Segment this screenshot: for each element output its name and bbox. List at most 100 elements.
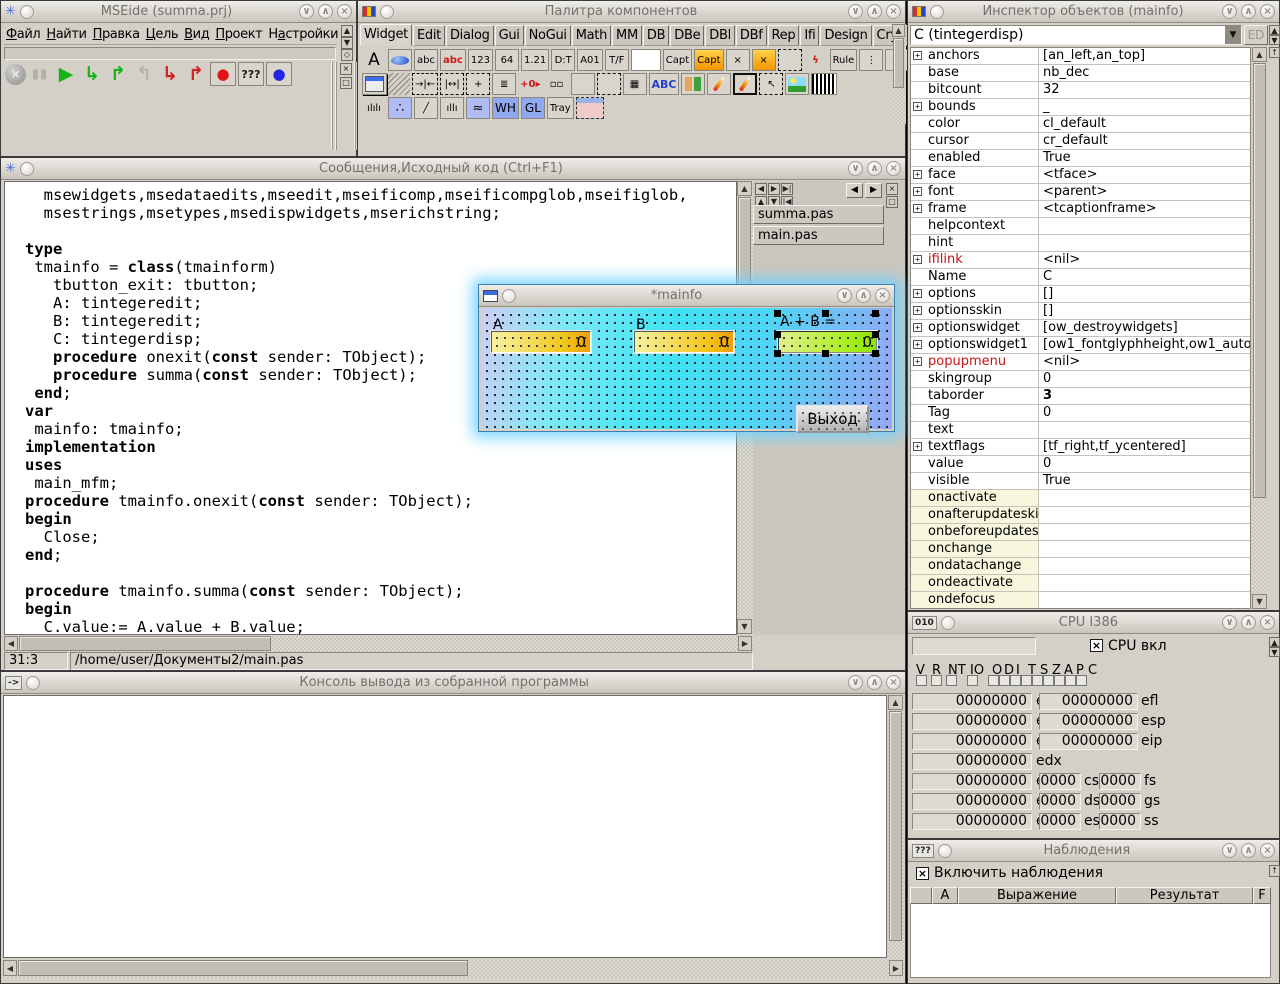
palette-tab-dbf[interactable]: DBf <box>736 25 767 46</box>
spacer-w-icon[interactable]: |↔| <box>440 73 464 95</box>
maximize-button[interactable]: ∧ <box>1241 4 1256 19</box>
palette-tab-widget[interactable]: Widget <box>360 24 412 46</box>
expand-icon[interactable]: + <box>913 306 922 315</box>
property-row-bounds[interactable]: +bounds_ <box>911 99 1250 116</box>
file-tab-summa[interactable]: summa.pas <box>753 205 884 224</box>
property-value[interactable]: <tcaptionframe> <box>1039 201 1250 217</box>
property-value[interactable] <box>1039 558 1250 574</box>
group-icon[interactable] <box>778 49 802 71</box>
spin-up[interactable]: ▲ <box>1269 25 1280 35</box>
property-value[interactable] <box>1039 235 1250 251</box>
expand-icon[interactable]: + <box>913 204 922 213</box>
tab-float-button[interactable]: □ <box>886 196 898 208</box>
register-edx[interactable]: 00000000 <box>912 753 1032 770</box>
property-row-ondeactivate[interactable]: ondeactivate <box>911 575 1250 592</box>
close-button[interactable]: × <box>337 4 352 19</box>
property-value[interactable]: 3 <box>1039 388 1250 404</box>
histogram-icon[interactable]: ıllı <box>440 97 464 119</box>
scroll-right-arrow[interactable]: ▶ <box>738 636 752 651</box>
selection-handle[interactable] <box>774 310 781 317</box>
designpaint-icon[interactable]: ↖ <box>759 73 783 95</box>
property-row-hint[interactable]: hint <box>911 235 1250 252</box>
close-button[interactable]: × <box>1260 4 1275 19</box>
field-a-edit[interactable]: 0 <box>491 331 591 353</box>
expand-icon[interactable]: + <box>913 442 922 451</box>
palette-tab-design[interactable]: Design <box>820 25 871 46</box>
property-row-cursor[interactable]: cursorcr_default <box>911 133 1250 150</box>
window-menu-button[interactable] <box>26 676 40 690</box>
inspector-scrollbar[interactable]: ▲ ▼ <box>1252 47 1267 609</box>
watch-column-A[interactable]: A <box>932 887 958 904</box>
palette-tab-dbe[interactable]: DBe <box>670 25 704 46</box>
run-button[interactable]: ▶ <box>54 62 78 86</box>
register-ds[interactable]: 0000 <box>1039 793 1081 810</box>
selection-handle[interactable] <box>872 331 879 338</box>
stepper-icon[interactable]: +0▸ <box>518 73 542 95</box>
booleanedit-icon[interactable]: T/F <box>605 49 629 71</box>
register-ebp[interactable]: 00000000 <box>912 813 1032 830</box>
realedit-icon[interactable]: 1.21 <box>521 49 549 71</box>
button-icon[interactable]: Capt <box>663 49 692 71</box>
waveform-icon[interactable]: ≈ <box>466 97 490 119</box>
stop-button[interactable]: × <box>5 64 26 85</box>
register-efl[interactable]: 00000000 <box>1039 693 1138 710</box>
property-value[interactable] <box>1039 524 1250 540</box>
property-row-helpcontext[interactable]: helpcontext <box>911 218 1250 235</box>
scroll-right-arrow[interactable]: ▶ <box>889 960 903 976</box>
menu-item-4[interactable]: Вид <box>181 26 212 43</box>
property-value[interactable]: <nil> <box>1039 252 1250 268</box>
register-esi[interactable]: 00000000 <box>912 773 1032 790</box>
minimize-button[interactable]: ∨ <box>837 288 852 303</box>
edit-icon[interactable] <box>631 49 661 71</box>
property-row-textflags[interactable]: +textflags[tf_right,tf_ycentered] <box>911 439 1250 456</box>
property-row-taborder[interactable]: taborder3 <box>911 388 1250 405</box>
datetimeedit-icon[interactable]: D:T <box>551 49 575 71</box>
scroll-left-arrow[interactable]: ◀ <box>4 636 18 651</box>
tab-close-button[interactable]: × <box>886 183 898 195</box>
property-row-options[interactable]: +options[] <box>911 286 1250 303</box>
property-value[interactable]: 0 <box>1039 405 1250 421</box>
run-to-cursor-button[interactable]: ↳ <box>158 62 182 86</box>
property-value[interactable]: True <box>1039 473 1250 489</box>
property-value[interactable]: <parent> <box>1039 184 1250 200</box>
menu-item-0[interactable]: Файл <box>3 26 43 43</box>
expand-icon[interactable]: + <box>913 51 922 60</box>
scroll-thumb[interactable] <box>893 38 904 88</box>
property-row-color[interactable]: colorcl_default <box>911 116 1250 133</box>
trayicon-icon[interactable]: Tray <box>547 97 574 119</box>
property-row-optionswidget[interactable]: +optionswidget[ow_destroywidgets] <box>911 320 1250 337</box>
property-row-Name[interactable]: NameC <box>911 269 1250 286</box>
menu-item-2[interactable]: Правка <box>90 26 143 43</box>
window-menu-button[interactable] <box>20 5 34 19</box>
property-row-anchors[interactable]: +anchors[an_left,an_top] <box>911 48 1250 65</box>
scroll-down-arrow[interactable]: ▼ <box>737 619 752 634</box>
stop-at-button[interactable]: ↱ <box>184 62 208 86</box>
component-selector[interactable]: C (tintegerdisp) ▼ <box>910 25 1242 45</box>
scroll-down-mini[interactable]: ▼ <box>341 37 353 49</box>
palette-tab-gui[interactable]: Gui <box>495 25 524 46</box>
register-fs[interactable]: 0000 <box>1099 773 1141 790</box>
property-value[interactable]: [] <box>1039 303 1250 319</box>
breakpoint-button[interactable]: ● <box>210 62 236 86</box>
property-row-visible[interactable]: visibleTrue <box>911 473 1250 490</box>
memo-icon[interactable]: ⋮ <box>859 49 883 71</box>
maximize-button[interactable]: ∧ <box>867 161 882 176</box>
palette-tab-nogui[interactable]: NoGui <box>525 25 571 46</box>
integeredit-icon[interactable]: 123 <box>468 49 493 71</box>
expand-icon[interactable]: + <box>913 340 922 349</box>
property-value[interactable]: _ <box>1039 99 1250 115</box>
register-esp[interactable]: 00000000 <box>1039 713 1138 730</box>
step-over-button[interactable]: ↱ <box>106 62 130 86</box>
richstringedit-icon[interactable]: abc <box>440 49 466 71</box>
nav-last[interactable]: ▶| <box>781 183 793 195</box>
chevron-down-icon[interactable]: ▼ <box>1225 26 1241 44</box>
exit-button[interactable]: Выход <box>796 405 869 433</box>
property-row-onactivate[interactable]: onactivate <box>911 490 1250 507</box>
expand-icon[interactable]: + <box>913 289 922 298</box>
titlebar[interactable]: ??? Наблюдения ∨ ∧ × <box>908 840 1279 862</box>
spacer-all-icon[interactable]: + <box>466 73 490 95</box>
scroll-thumb[interactable] <box>18 960 468 976</box>
property-value[interactable]: [] <box>1039 286 1250 302</box>
register-ebx[interactable]: 00000000 <box>912 713 1032 730</box>
titlebar[interactable]: *mainfo ∨ ∧ × <box>479 285 894 307</box>
